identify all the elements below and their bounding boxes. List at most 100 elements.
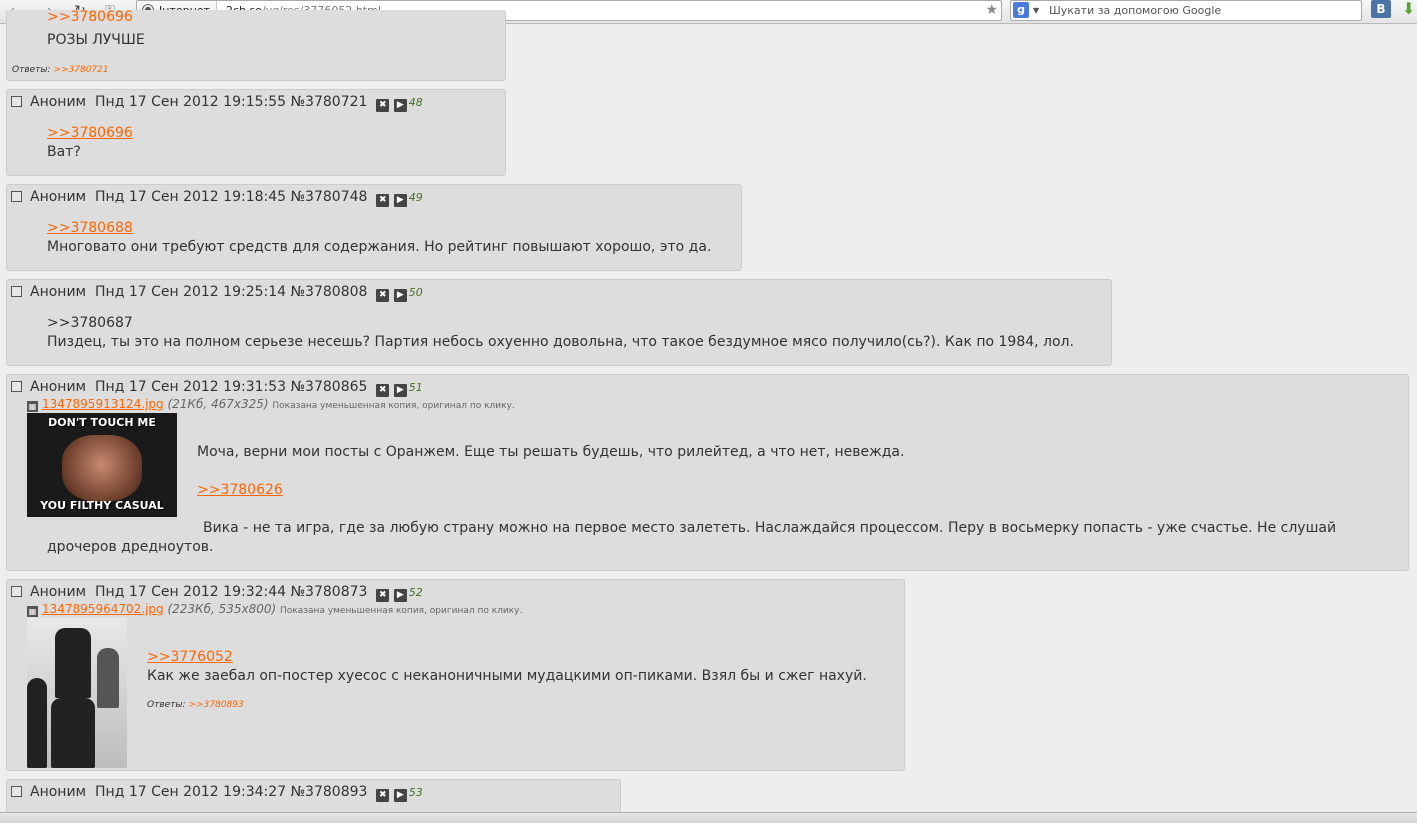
expand-icon[interactable]: ▶ (393, 194, 407, 207)
post-author: Аноним (30, 584, 87, 600)
reflink[interactable]: >>3780696 (47, 125, 133, 141)
post-id[interactable]: №3780893 (291, 784, 368, 800)
expand-icon[interactable]: ▶ (393, 99, 407, 112)
reflink[interactable]: >>3780688 (47, 220, 133, 236)
file-note: Показана уменьшенная копия, оригинал по … (280, 606, 523, 616)
post-checkbox[interactable] (11, 381, 22, 392)
thumbnail-caption-top: DON'T TOUCH ME (48, 416, 156, 429)
post-author: Аноним (30, 784, 87, 800)
post-date: Пнд 17 Сен 2012 19:32:44 (95, 584, 287, 600)
file-link[interactable]: 1347895964702.jpg (42, 602, 164, 616)
post-header: Аноним Пнд 17 Сен 2012 19:15:55 №3780721… (11, 93, 423, 112)
post-id[interactable]: №3780808 (291, 284, 368, 300)
hide-icon[interactable]: ✖ (376, 99, 390, 112)
thumbnail-figure (27, 678, 47, 768)
post-header: Аноним Пнд 17 Сен 2012 19:32:44 №3780873… (11, 583, 423, 602)
file-note: Показана уменьшенная копия, оригинал по … (272, 401, 515, 411)
post-number: 50 (408, 286, 423, 299)
reply-link[interactable]: >>3780721 (53, 65, 108, 75)
post-date: Пнд 17 Сен 2012 19:15:55 (95, 94, 287, 110)
hide-icon[interactable]: ✖ (376, 194, 390, 207)
google-icon[interactable]: g (1013, 2, 1029, 18)
post-checkbox[interactable] (11, 96, 22, 107)
post-header: Аноним Пнд 17 Сен 2012 19:18:45 №3780748… (11, 188, 423, 207)
post-message: >>3780687 Пиздец, ты это на полном серье… (47, 314, 1074, 352)
post-number: 51 (408, 381, 423, 394)
post-thumbnail[interactable]: DON'T TOUCH ME YOU FILTHY CASUAL (27, 413, 177, 517)
post-text: дрочеров дредноутов. (47, 539, 214, 555)
post-date: Пнд 17 Сен 2012 19:34:27 (95, 784, 287, 800)
replies-label: Ответы: (147, 700, 186, 710)
post-id[interactable]: №3780721 (291, 94, 368, 110)
post-checkbox[interactable] (11, 286, 22, 297)
post-author: Аноним (30, 284, 87, 300)
post-checkbox[interactable] (11, 786, 22, 797)
post-date: Пнд 17 Сен 2012 19:25:14 (95, 284, 287, 300)
post-checkbox[interactable] (11, 191, 22, 202)
post-date: Пнд 17 Сен 2012 19:31:53 (95, 379, 287, 395)
post-reflink-clipped[interactable]: >>3780696 (47, 10, 133, 21)
expand-icon[interactable]: ▶ (393, 289, 407, 302)
download-arrow-icon[interactable]: ⬇ (1402, 0, 1415, 18)
hide-icon[interactable]: ✖ (376, 384, 390, 397)
post-header: Аноним Пнд 17 Сен 2012 19:34:27 №3780893… (11, 783, 423, 802)
dropdown-arrow-icon[interactable]: ▼ (1033, 1, 1039, 20)
post-header: Аноним Пнд 17 Сен 2012 19:31:53 №3780865… (11, 378, 423, 397)
file-info: ▦ 1347895964702.jpg (223Кб, 535x800) Пока… (27, 602, 522, 618)
reflink[interactable]: >>3780696 (47, 10, 133, 21)
file-link[interactable]: 1347895913124.jpg (42, 397, 164, 411)
reflink[interactable]: >>3776052 (147, 649, 233, 665)
thumbnail-figure (55, 628, 91, 698)
post-number: 52 (408, 586, 423, 599)
post-checkbox[interactable] (11, 586, 22, 597)
search-placeholder: Шукати за допомогою Google (1049, 4, 1222, 17)
post-author: Аноним (30, 94, 87, 110)
post: Аноним Пнд 17 Сен 2012 19:32:44 №3780873… (6, 579, 905, 771)
search-bar[interactable]: g ▼ Шукати за допомогою Google (1010, 0, 1362, 21)
post: Аноним Пнд 17 Сен 2012 19:31:53 №3780865… (6, 374, 1409, 571)
expand-icon[interactable]: ▶ (393, 789, 407, 802)
post-text: Моча, верни мои посты с Оранжем. Еще ты … (197, 444, 905, 460)
post-id[interactable]: №3780873 (291, 584, 368, 600)
bookmark-star-icon[interactable]: ★ (985, 1, 998, 20)
expand-icon[interactable]: ▶ (393, 589, 407, 602)
post: >>3780696 РОЗЫ ЛУЧШЕ Ответы: >>3780721 (6, 10, 506, 81)
post-date: Пнд 17 Сен 2012 19:18:45 (95, 189, 287, 205)
thumbnail-face (62, 435, 142, 501)
reply-link[interactable]: >>3780893 (188, 700, 243, 710)
post-id[interactable]: №3780865 (291, 379, 368, 395)
file-meta: (223Кб, 535x800) (167, 602, 277, 616)
post-reflink-line: >>3780626 (197, 481, 283, 500)
vk-button[interactable]: В (1371, 0, 1391, 18)
post-message: >>3780688 Многовато они требуют средств … (47, 219, 711, 257)
thumbnail-figure (51, 698, 95, 768)
post-header: Аноним Пнд 17 Сен 2012 19:25:14 №3780808… (11, 283, 423, 302)
post-author: Аноним (30, 189, 87, 205)
file-meta: (21Кб, 467x325) (167, 397, 269, 411)
thumbnail-caption-bottom: YOU FILTHY CASUAL (40, 499, 164, 512)
post: Аноним Пнд 17 Сен 2012 19:18:45 №3780748… (6, 184, 742, 271)
file-icon: ▦ (27, 606, 38, 617)
file-icon: ▦ (27, 401, 38, 412)
replies-label: Ответы: (12, 65, 51, 75)
post: Аноним Пнд 17 Сен 2012 19:15:55 №3780721… (6, 89, 506, 176)
reflink[interactable]: >>3780626 (197, 482, 283, 498)
post-message: РОЗЫ ЛУЧШЕ (47, 32, 145, 48)
post-text: Пиздец, ты это на полном серьезе несешь?… (47, 334, 1074, 350)
hide-icon[interactable]: ✖ (376, 789, 390, 802)
post-thumbnail[interactable] (27, 618, 127, 768)
status-bar (0, 812, 1417, 823)
post-message: >>3776052 Как же заебал оп-постер хуесос… (147, 648, 867, 686)
greentext-ref: >>3780687 (47, 315, 133, 331)
hide-icon[interactable]: ✖ (376, 289, 390, 302)
hide-icon[interactable]: ✖ (376, 589, 390, 602)
post-text: Как же заебал оп-постер хуесос с неканон… (147, 668, 867, 684)
expand-icon[interactable]: ▶ (393, 384, 407, 397)
post-text: Ват? (47, 144, 81, 160)
post-replies: Ответы: >>3780721 (12, 65, 109, 75)
thumbnail-figure (97, 648, 119, 708)
post-message: >>3780696 Ват? (47, 124, 133, 162)
post-id[interactable]: №3780748 (291, 189, 368, 205)
post-number: 48 (408, 96, 423, 109)
post: Аноним Пнд 17 Сен 2012 19:25:14 №3780808… (6, 279, 1112, 366)
